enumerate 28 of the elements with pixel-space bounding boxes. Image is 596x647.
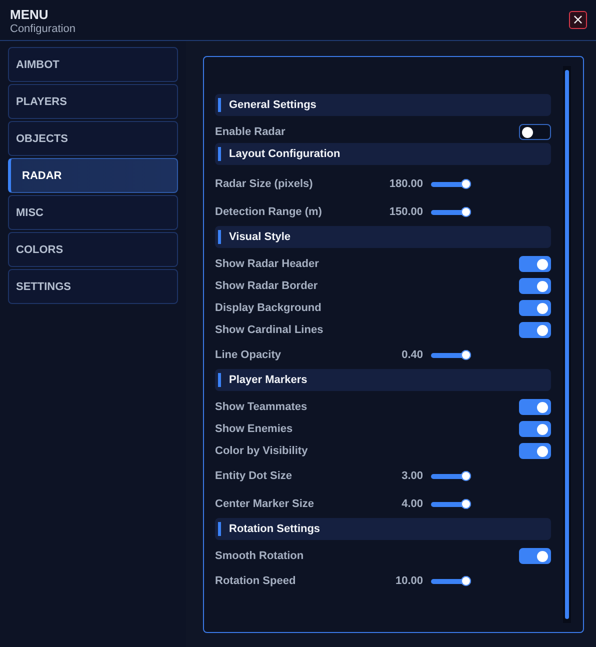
setting-label: Color by Visibility [215, 445, 309, 457]
slider-value: 10.00 [394, 575, 423, 587]
section-title: Layout Configuration [229, 148, 340, 160]
slider-value: 150.00 [388, 206, 423, 218]
menu-title: MENU [10, 7, 50, 22]
setting-label: Show Radar Border [215, 280, 319, 292]
setting-label: Show Radar Header [215, 258, 320, 270]
slider-value: 3.00 [400, 470, 423, 482]
setting-label: Enable Radar [215, 126, 286, 138]
setting-label: Show Cardinal Lines [215, 324, 324, 336]
slider-value: 0.40 [400, 349, 423, 361]
setting-label: Smooth Rotation [215, 550, 305, 562]
setting-label: Show Enemies [215, 423, 294, 435]
setting-label: Radar Size (pixels) [215, 178, 314, 190]
slider-value: 4.00 [400, 498, 423, 510]
menu-subtitle: Configuration [10, 22, 76, 36]
section-title: Player Markers [229, 374, 308, 386]
section-title: General Settings [229, 99, 316, 111]
setting-label: Rotation Speed [215, 575, 297, 587]
setting-label: Center Marker Size [215, 498, 316, 510]
slider-value: 180.00 [388, 178, 423, 190]
section-title: Rotation Settings [229, 523, 320, 535]
section-title: Visual Style [229, 231, 291, 243]
setting-label: Display Background [215, 302, 322, 314]
setting-label: Show Teammates [215, 401, 308, 413]
setting-label: Detection Range (m) [215, 206, 323, 218]
setting-label: Entity Dot Size [215, 470, 294, 482]
setting-label: Line Opacity [215, 349, 282, 361]
